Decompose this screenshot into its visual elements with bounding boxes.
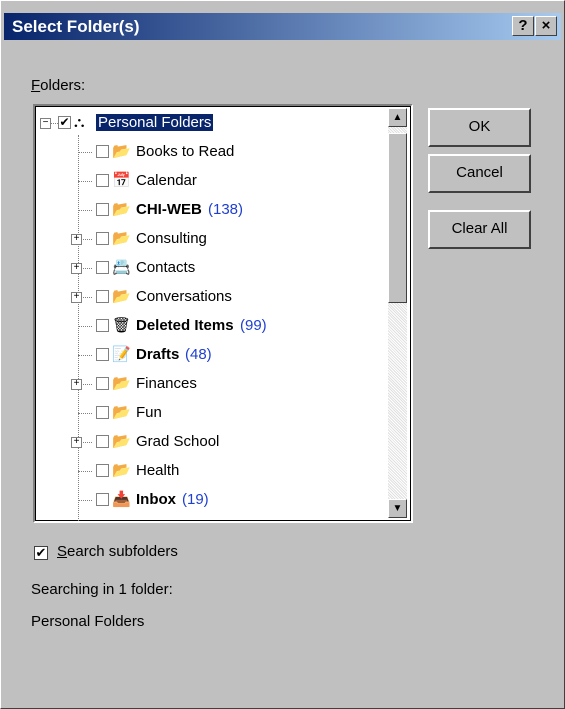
folder-icon: 📂 <box>112 201 131 218</box>
help-button[interactable]: ? <box>512 16 534 36</box>
folder-name: Inbox <box>136 491 176 508</box>
folder-checkbox[interactable] <box>96 435 109 448</box>
tree-item-drafts[interactable]: 📝 Drafts (48) <box>36 341 392 370</box>
folder-checkbox[interactable] <box>96 406 109 419</box>
scroll-thumb[interactable] <box>388 133 407 303</box>
folders-label: Folders: <box>31 77 86 94</box>
unread-count: (138) <box>208 201 244 218</box>
tree-item-inbox[interactable]: 📥 Inbox (19) <box>36 486 392 515</box>
expand-icon[interactable]: + <box>71 234 82 245</box>
dialog-title: Select Folder(s) <box>12 17 140 36</box>
tree-connector <box>78 152 92 153</box>
folder-checkbox[interactable] <box>96 348 109 361</box>
trash-icon: 🗑 <box>112 317 132 334</box>
folder-checkbox[interactable] <box>96 290 109 303</box>
collapse-icon[interactable]: − <box>40 118 51 129</box>
tree-item-chi-web[interactable]: 📂 CHI-WEB (138) <box>36 196 392 225</box>
scroll-up-button[interactable]: ▲ <box>388 108 407 127</box>
folder-name: Conversations <box>136 288 232 305</box>
calendar-icon: 📅 <box>112 172 131 189</box>
inbox-icon: 📥 <box>112 491 131 508</box>
title-bar: Select Folder(s) ? × <box>4 13 561 40</box>
folder-icon: 📂 <box>112 404 131 421</box>
folder-icon: 📂 <box>112 230 131 247</box>
folder-name: Personal Folders <box>96 114 214 131</box>
folder-name: Deleted Items <box>136 317 234 334</box>
folder-tree-list: − ✔ ⛬ Personal Folders 📂 Books to Read 📅 Calend… <box>35 106 411 521</box>
expand-icon[interactable]: + <box>71 379 82 390</box>
folder-name: Drafts <box>136 346 180 363</box>
drafts-icon: 📝 <box>112 346 131 363</box>
folder-checkbox[interactable] <box>96 377 109 390</box>
personal-folders-icon: ⛬ <box>74 114 85 131</box>
folder-checkbox[interactable] <box>96 232 109 245</box>
tree-connector <box>50 123 58 124</box>
tree-item-contacts[interactable]: + 📇 Contacts <box>36 254 392 283</box>
folder-name: Consulting <box>136 230 207 247</box>
tree-connector <box>78 500 92 501</box>
folder-icon: 📂 <box>112 143 131 160</box>
folder-checkbox[interactable] <box>96 319 109 332</box>
folder-checkbox[interactable] <box>96 174 109 187</box>
tree-scrollbar[interactable]: ▲ ▼ <box>388 108 407 518</box>
folder-checkbox[interactable] <box>96 261 109 274</box>
tree-connector <box>78 210 92 211</box>
scroll-down-button[interactable]: ▼ <box>388 499 407 518</box>
tree-item-consulting[interactable]: + 📂 Consulting <box>36 225 392 254</box>
search-subfolders-checkbox[interactable]: ✔ <box>34 546 48 560</box>
expand-icon[interactable]: + <box>71 263 82 274</box>
folder-checkbox[interactable] <box>96 464 109 477</box>
expand-icon[interactable]: + <box>71 437 82 448</box>
tree-item-personal-folders[interactable]: − ✔ ⛬ Personal Folders <box>36 109 392 138</box>
unread-count: (19) <box>182 491 209 508</box>
searching-status: Searching in 1 folder: <box>31 581 173 598</box>
tree-connector <box>78 355 92 356</box>
folder-checkbox[interactable] <box>96 203 109 216</box>
unread-count: (99) <box>240 317 267 334</box>
tree-item-health[interactable]: 📂 Health <box>36 457 392 486</box>
folder-checkbox[interactable] <box>96 145 109 158</box>
folder-name: Fun <box>136 404 162 421</box>
ok-button[interactable]: OK <box>428 108 531 147</box>
tree-item-finances[interactable]: + 📂 Finances <box>36 370 392 399</box>
expand-icon[interactable]: + <box>71 292 82 303</box>
tree-connector <box>78 413 92 414</box>
folder-icon: 📂 <box>112 375 131 392</box>
select-folders-dialog: Select Folder(s) ? × Folders: − ✔ ⛬ Persona… <box>0 0 565 709</box>
folder-checkbox[interactable] <box>96 493 109 506</box>
folder-checkbox[interactable]: ✔ <box>58 116 71 129</box>
folder-tree[interactable]: − ✔ ⛬ Personal Folders 📂 Books to Read 📅 Calend… <box>33 104 413 523</box>
folder-name: Grad School <box>136 433 220 450</box>
folder-name: Calendar <box>136 172 197 189</box>
tree-item-fun[interactable]: 📂 Fun <box>36 399 392 428</box>
searching-folder-name: Personal Folders <box>31 613 145 630</box>
folder-name: Contacts <box>136 259 196 276</box>
clear-all-button[interactable]: Clear All <box>428 210 531 249</box>
unread-count: (48) <box>185 346 212 363</box>
folder-name: Health <box>136 462 180 479</box>
tree-item-books-to-read[interactable]: 📂 Books to Read <box>36 138 392 167</box>
tree-item-deleted-items[interactable]: 🗑 Deleted Items (99) <box>36 312 392 341</box>
folder-icon: 📂 <box>112 462 131 479</box>
tree-item-conversations[interactable]: + 📂 Conversations <box>36 283 392 312</box>
contacts-icon: 📇 <box>112 259 131 276</box>
tree-item-calendar[interactable]: 📅 Calendar <box>36 167 392 196</box>
tree-connector <box>78 181 92 182</box>
tree-connector <box>78 471 92 472</box>
close-button[interactable]: × <box>535 16 557 36</box>
search-subfolders-label[interactable]: Search subfolders <box>57 543 178 560</box>
folder-icon: 📂 <box>112 433 131 450</box>
folder-name: Books to Read <box>136 143 235 160</box>
cancel-button[interactable]: Cancel <box>428 154 531 193</box>
folder-name: CHI-WEB <box>136 201 202 218</box>
folder-icon: 📂 <box>112 288 131 305</box>
tree-connector <box>78 326 92 327</box>
tree-item-grad-school[interactable]: + 📂 Grad School <box>36 428 392 457</box>
folder-name: Finances <box>136 375 197 392</box>
